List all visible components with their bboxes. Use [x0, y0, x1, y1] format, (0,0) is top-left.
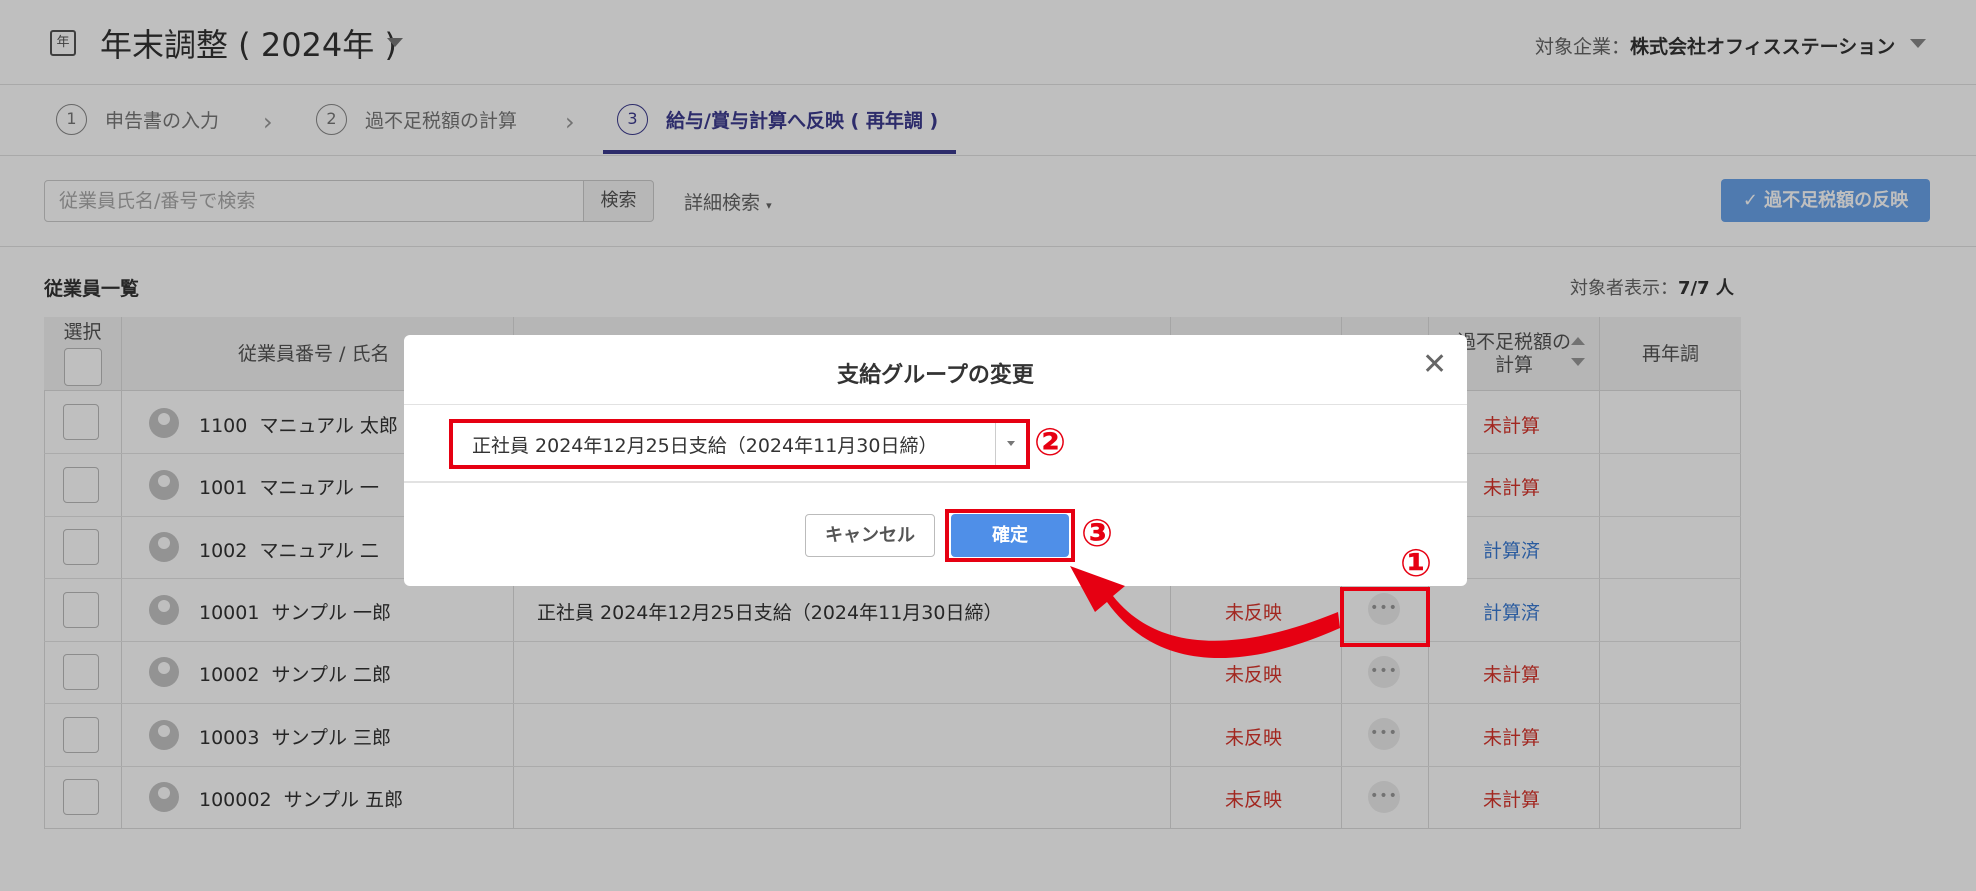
arrow-body: [1070, 566, 1340, 659]
annotation-arrow: [1070, 566, 1340, 659]
